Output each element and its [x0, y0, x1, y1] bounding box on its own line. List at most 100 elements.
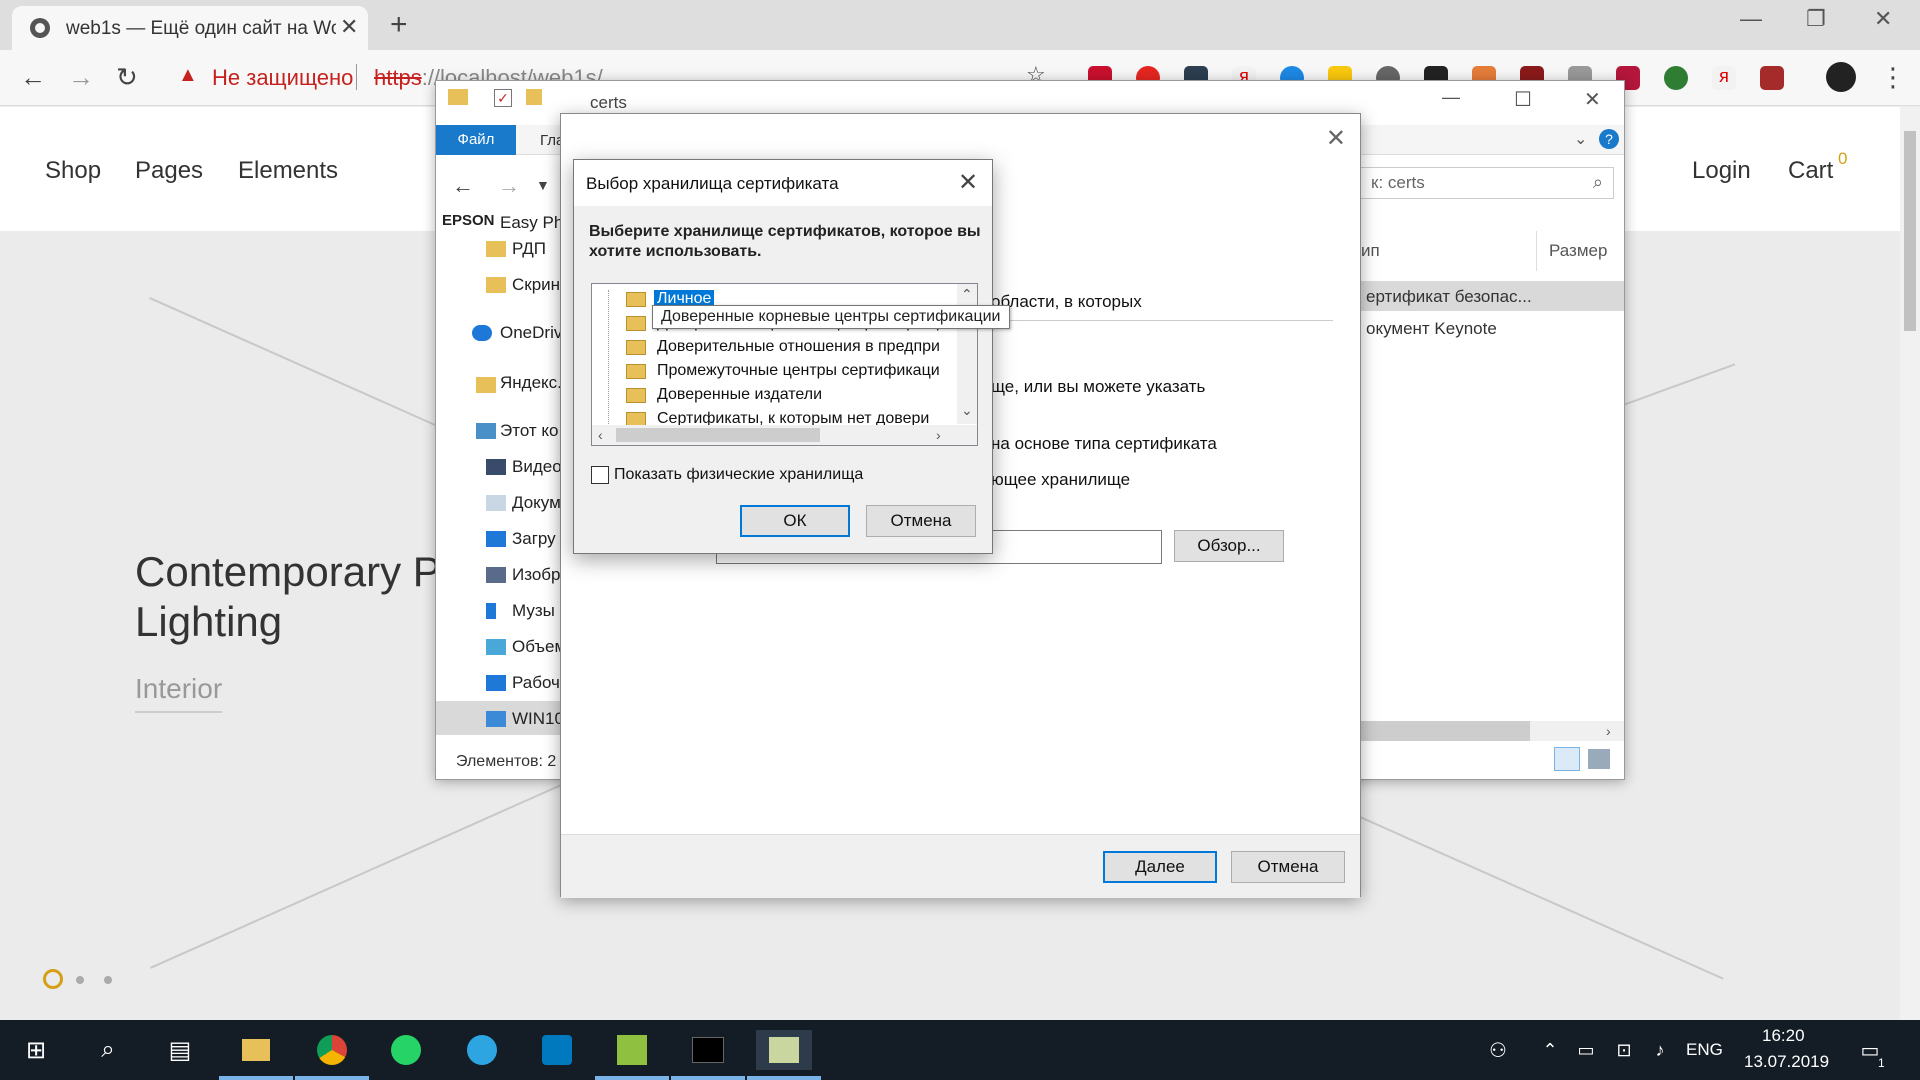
show-physical-stores-label[interactable]: Показать физические хранилища: [614, 466, 863, 484]
sidebar-item-screenshots[interactable]: Скрин: [512, 275, 560, 295]
notepad-plus-icon[interactable]: [612, 1030, 652, 1070]
close-icon[interactable]: ✕: [1326, 124, 1346, 153]
cancel-button[interactable]: Отмена: [866, 505, 976, 537]
slider-dot[interactable]: [104, 976, 112, 984]
reload-icon[interactable]: ↻: [116, 62, 138, 93]
scroll-left-icon[interactable]: ‹: [598, 427, 603, 443]
scroll-right-icon[interactable]: ›: [1606, 723, 1611, 739]
browser-tab[interactable]: web1s — Ещё один сайт на Wor ✕: [12, 6, 368, 50]
forward-icon[interactable]: →: [68, 62, 94, 93]
computer-icon: [476, 423, 496, 439]
search-icon[interactable]: ⌕: [1593, 172, 1603, 193]
language-indicator[interactable]: ENG: [1686, 1040, 1723, 1060]
nav-elements[interactable]: Elements: [238, 157, 338, 185]
minimize-icon[interactable]: —: [1442, 87, 1460, 108]
nav-cart[interactable]: Cart: [1788, 157, 1833, 185]
nav-pages[interactable]: Pages: [135, 157, 203, 185]
page-scroll-thumb[interactable]: [1904, 131, 1916, 331]
restore-icon[interactable]: ❐: [1806, 6, 1826, 32]
folder-icon: [486, 277, 506, 293]
file-row[interactable]: окумент Keynote: [1356, 313, 1624, 343]
back-icon[interactable]: ←: [20, 62, 46, 93]
security-label[interactable]: Не защищено: [212, 65, 353, 91]
avatar[interactable]: [1826, 62, 1856, 92]
new-folder-icon[interactable]: [526, 89, 542, 105]
scroll-thumb[interactable]: [1356, 721, 1530, 741]
show-physical-stores-checkbox[interactable]: [591, 466, 609, 484]
people-icon[interactable]: ⚇: [1478, 1030, 1518, 1070]
maximize-icon[interactable]: ☐: [1514, 87, 1532, 112]
chrome-icon[interactable]: [312, 1030, 352, 1070]
battery-icon[interactable]: ▭: [1566, 1030, 1606, 1070]
clock-time[interactable]: 16:20: [1762, 1026, 1805, 1046]
column-type-header[interactable]: ип: [1361, 241, 1380, 261]
volume-icon[interactable]: ♪: [1640, 1030, 1680, 1070]
sidebar-item-pictures[interactable]: Изобр: [512, 565, 560, 585]
sidebar-item-win10[interactable]: WIN10: [512, 709, 564, 729]
trello-icon[interactable]: [537, 1030, 577, 1070]
sidebar-item-desktop[interactable]: Рабоч: [512, 673, 560, 693]
yandex-2-icon[interactable]: я: [1712, 66, 1736, 90]
column-size-header[interactable]: Размер: [1549, 241, 1607, 261]
scroll-up-icon[interactable]: ⌃: [961, 286, 973, 303]
sidebar-item-onedrive[interactable]: OneDriv: [500, 323, 562, 343]
close-tab-icon[interactable]: ✕: [340, 14, 358, 40]
explorer-titlebar: ✓ certs — ☐ ✕: [436, 81, 1624, 113]
windows-start-icon[interactable]: ⊞: [16, 1030, 56, 1070]
file-row[interactable]: ертификат безопас...: [1356, 281, 1624, 311]
menu-icon[interactable]: ⋮: [1880, 62, 1906, 93]
tab-file[interactable]: Файл: [436, 125, 516, 155]
sidebar-item-this-pc[interactable]: Этот ко: [500, 421, 559, 441]
search-icon[interactable]: ⌕: [88, 1030, 128, 1070]
sidebar-item-3d-objects[interactable]: Объем: [512, 637, 566, 657]
scroll-thumb[interactable]: [616, 428, 820, 442]
forward-icon[interactable]: →: [498, 173, 520, 199]
thumbnails-view-icon[interactable]: [1588, 749, 1610, 769]
slider-dot[interactable]: [76, 976, 84, 984]
next-button[interactable]: Далее: [1103, 851, 1217, 883]
wizard-text: ще, или вы можете указать: [991, 377, 1206, 396]
slider-dot-active[interactable]: [43, 969, 63, 989]
sidebar-item-music[interactable]: Музы: [512, 601, 555, 621]
cancel-button[interactable]: Отмена: [1231, 851, 1345, 883]
sidebar-item-rdp[interactable]: РДП: [512, 239, 546, 259]
close-icon[interactable]: ✕: [1584, 87, 1601, 112]
tray-chevron-icon[interactable]: ⌃: [1530, 1030, 1570, 1070]
whatsapp-icon[interactable]: [386, 1030, 426, 1070]
search-input[interactable]: к: certs ⌕: [1356, 167, 1614, 199]
nav-login[interactable]: Login: [1692, 157, 1751, 185]
sidebar-item-easy-photo[interactable]: Easy Ph: [500, 213, 563, 233]
ok-button[interactable]: ОК: [740, 505, 850, 537]
nav-shop[interactable]: Shop: [45, 157, 101, 185]
browse-button[interactable]: Обзор...: [1174, 530, 1284, 562]
telegram-icon[interactable]: [462, 1030, 502, 1070]
certificate-wizard-taskbar-icon[interactable]: [756, 1030, 812, 1070]
properties-icon[interactable]: ✓: [494, 89, 512, 107]
details-view-icon[interactable]: [1554, 747, 1580, 771]
pdf-icon[interactable]: [1760, 66, 1784, 90]
scroll-right-icon[interactable]: ›: [936, 427, 941, 443]
sidebar-item-downloads[interactable]: Загру: [512, 529, 556, 549]
task-view-icon[interactable]: ▤: [160, 1030, 200, 1070]
network-icon[interactable]: ⊡: [1604, 1030, 1644, 1070]
new-tab-button[interactable]: +: [390, 8, 408, 42]
chevron-down-icon[interactable]: ⌄: [1574, 129, 1587, 149]
minimize-icon[interactable]: —: [1740, 6, 1762, 32]
wizard-text: на основе типа сертификата: [991, 434, 1217, 453]
page-scrollbar[interactable]: [1900, 107, 1920, 1020]
scroll-down-icon[interactable]: ⌄: [961, 402, 973, 419]
file-explorer-icon[interactable]: [236, 1030, 276, 1070]
clock-date[interactable]: 13.07.2019: [1744, 1052, 1829, 1072]
file-list-hscroll[interactable]: ›: [1356, 721, 1624, 741]
back-icon[interactable]: ←: [452, 173, 474, 199]
sidebar-item-documents[interactable]: Докум: [512, 493, 561, 513]
help-icon[interactable]: ?: [1599, 129, 1619, 149]
terminal-icon[interactable]: [688, 1030, 728, 1070]
close-icon[interactable]: ✕: [958, 168, 978, 197]
close-window-icon[interactable]: ✕: [1874, 6, 1892, 32]
tree-hscroll[interactable]: ‹ ›: [592, 425, 977, 445]
sidebar-item-yandex[interactable]: Яндекс.: [500, 373, 562, 393]
extension-green-icon[interactable]: [1664, 66, 1688, 90]
sidebar-item-video[interactable]: Видео: [512, 457, 562, 477]
recent-dropdown-icon[interactable]: ▼: [536, 177, 550, 193]
